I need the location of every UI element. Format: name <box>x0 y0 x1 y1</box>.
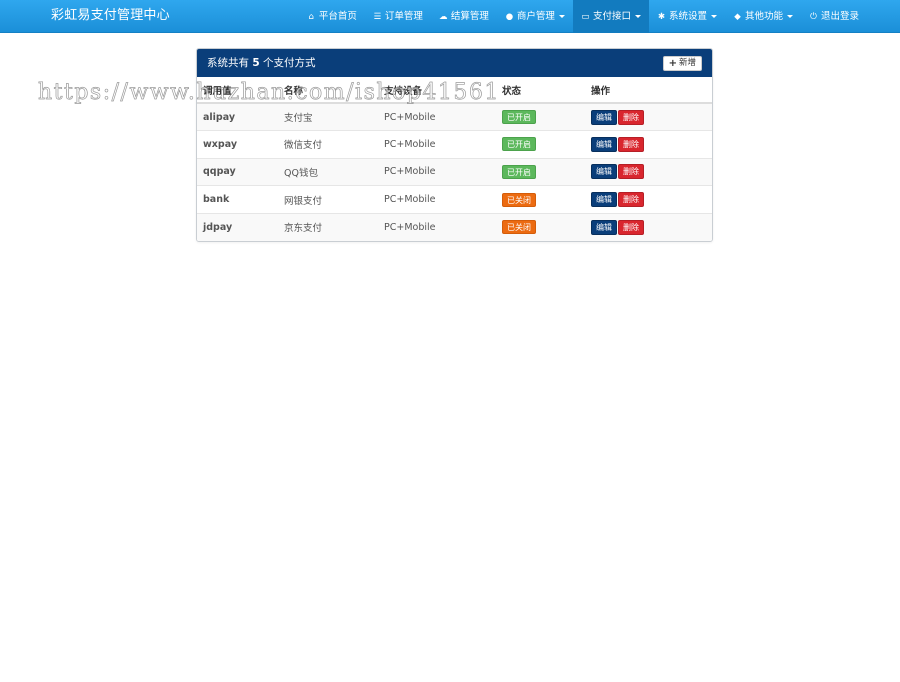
brand-title[interactable]: 彩虹易支付管理中心 <box>51 0 170 33</box>
payment-code: qqpay <box>197 157 284 186</box>
payment-code: alipay <box>197 102 284 131</box>
nav-item-3[interactable]: ● 商户管理 <box>497 0 573 33</box>
credit-card-icon: ▭ <box>581 11 590 22</box>
nav-item-label: 订单管理 <box>384 10 423 22</box>
delete-button[interactable]: 删除 <box>618 219 644 235</box>
delete-button[interactable]: 删除 <box>618 164 644 180</box>
delete-button[interactable]: 删除 <box>618 136 644 152</box>
add-button-label: 新增 <box>678 58 696 68</box>
edit-button[interactable]: 编辑 <box>591 109 617 125</box>
header-device: 支持设备 <box>384 77 502 104</box>
nav-item-5[interactable]: ✱ 系统设置 <box>649 0 725 33</box>
header-name: 名称 <box>284 77 384 104</box>
delete-button[interactable]: 删除 <box>618 192 644 208</box>
home-icon: ⌂ <box>308 11 315 22</box>
edit-button[interactable]: 编辑 <box>591 136 617 152</box>
power-icon: ⏻ <box>810 11 817 22</box>
nav-item-4[interactable]: ▭ 支付接口 <box>572 0 649 33</box>
caret-down-icon <box>634 15 641 18</box>
nav-item-label: 支付接口 <box>592 10 631 22</box>
add-payment-button[interactable]: + 新增 <box>662 56 702 71</box>
payment-code: jdpay <box>197 212 284 241</box>
header-code: 调用值 <box>197 77 284 104</box>
payment-device: PC+Mobile <box>384 102 502 131</box>
nav-item-label: 平台首页 <box>318 10 357 22</box>
payment-methods-panel: 系统共有 5 个支付方式 + 新增 调用值 名称 支持设备 状态 操作 alip… <box>196 48 713 242</box>
gear-icon: ✱ <box>657 11 666 22</box>
payment-methods-table: 调用值 名称 支持设备 状态 操作 alipay 支付宝 PC+Mobile 已开启编… <box>197 77 712 241</box>
payment-count: 5 <box>252 57 260 69</box>
nav-item-label: 结算管理 <box>450 10 489 22</box>
nav-item-6[interactable]: ◆ 其他功能 <box>725 0 801 33</box>
caret-down-icon <box>786 15 793 18</box>
status-badge[interactable]: 已关闭 <box>502 192 536 207</box>
nav-item-7[interactable]: ⏻ 退出登录 <box>801 0 867 33</box>
plus-icon: + <box>668 57 677 69</box>
panel-heading: 系统共有 5 个支付方式 + 新增 <box>197 49 712 77</box>
main-nav: ⌂ 平台首页 ☰ 订单管理 ☁ 结算管理 ● 商户管理 ▭ 支付接口 ✱ 系统设置 ◆ 其他功能 ⏻ 退出登录 <box>299 0 867 33</box>
header-status: 状态 <box>502 77 591 104</box>
caret-down-icon <box>710 15 717 18</box>
panel-title-suffix: 个支付方式 <box>259 57 316 69</box>
nav-item-label: 其他功能 <box>744 10 783 22</box>
payment-device: PC+Mobile <box>384 212 502 241</box>
table-row: alipay 支付宝 PC+Mobile 已开启 编辑 删除 <box>197 102 712 131</box>
cube-icon: ◆ <box>734 11 741 22</box>
table-row: wxpay 微信支付 PC+Mobile 已开启 编辑 删除 <box>197 130 712 159</box>
edit-button[interactable]: 编辑 <box>591 192 617 208</box>
nav-item-label: 退出登录 <box>820 10 859 22</box>
payment-name: 网银支付 <box>284 185 384 214</box>
table-row: jdpay 京东支付 PC+Mobile 已关闭 编辑 删除 <box>197 212 712 241</box>
payment-name: 微信支付 <box>284 130 384 159</box>
nav-item-label: 商户管理 <box>516 10 555 22</box>
caret-down-icon <box>558 15 565 18</box>
payment-name: 京东支付 <box>284 212 384 241</box>
payment-device: PC+Mobile <box>384 157 502 186</box>
payment-code: bank <box>197 185 284 214</box>
cloud-icon: ☁ <box>439 11 448 22</box>
payment-name: 支付宝 <box>284 102 384 131</box>
table-row: bank 网银支付 PC+Mobile 已关闭 编辑 删除 <box>197 185 712 214</box>
delete-button[interactable]: 删除 <box>618 109 644 125</box>
nav-item-2[interactable]: ☁ 结算管理 <box>431 0 497 33</box>
table-header-row: 调用值 名称 支持设备 状态 操作 <box>197 77 712 104</box>
top-navbar: 彩虹易支付管理中心 ⌂ 平台首页 ☰ 订单管理 ☁ 结算管理 ● 商户管理 ▭ 支付接口 ✱ 系统设置… <box>0 0 900 33</box>
edit-button[interactable]: 编辑 <box>591 219 617 235</box>
payment-device: PC+Mobile <box>384 130 502 159</box>
panel-title-prefix: 系统共有 <box>207 57 253 69</box>
edit-button[interactable]: 编辑 <box>591 164 617 180</box>
list-icon: ☰ <box>373 11 382 22</box>
status-badge[interactable]: 已开启 <box>502 110 536 125</box>
payment-device: PC+Mobile <box>384 185 502 214</box>
nav-item-label: 系统设置 <box>668 10 707 22</box>
status-badge[interactable]: 已开启 <box>502 137 536 152</box>
table-row: qqpay QQ钱包 PC+Mobile 已开启 编辑 删除 <box>197 157 712 186</box>
status-badge[interactable]: 已开启 <box>502 164 536 179</box>
nav-item-1[interactable]: ☰ 订单管理 <box>365 0 431 33</box>
payment-code: wxpay <box>197 130 284 159</box>
payment-name: QQ钱包 <box>284 157 384 186</box>
status-badge[interactable]: 已关闭 <box>502 220 536 235</box>
nav-item-0[interactable]: ⌂ 平台首页 <box>299 0 365 33</box>
user-icon: ● <box>505 11 514 22</box>
header-actions: 操作 <box>591 77 712 104</box>
